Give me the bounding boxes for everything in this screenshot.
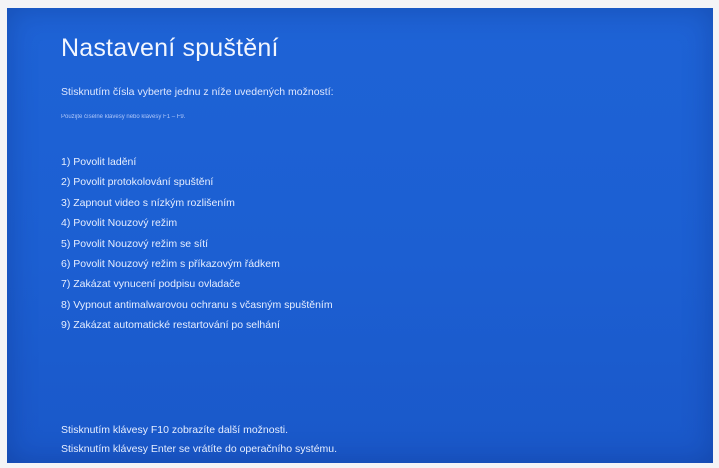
option-low-resolution-video[interactable]: 3) Zapnout video s nízkým rozlišením	[61, 193, 333, 213]
option-enable-boot-logging[interactable]: 2) Povolit protokolování spuštění	[61, 172, 333, 192]
instruction-text: Stisknutím čísla vyberte jednu z níže uv…	[61, 86, 334, 98]
option-enable-debugging[interactable]: 1) Povolit ladění	[61, 152, 333, 172]
option-disable-auto-restart[interactable]: 9) Zakázat automatické restartování po s…	[61, 315, 333, 335]
more-options-hint[interactable]: Stisknutím klávesy F10 zobrazíte další m…	[61, 421, 337, 440]
startup-settings-screen: Nastavení spuštění Stisknutím čísla vybe…	[7, 8, 713, 463]
option-disable-driver-signature[interactable]: 7) Zakázat vynucení podpisu ovladače	[61, 274, 333, 294]
option-safe-mode-command-prompt[interactable]: 6) Povolit Nouzový režim s příkazovým řá…	[61, 254, 333, 274]
option-safe-mode-networking[interactable]: 5) Povolit Nouzový režim se sítí	[61, 234, 333, 254]
photo-frame: Nastavení spuštění Stisknutím čísla vybe…	[0, 0, 719, 468]
option-safe-mode[interactable]: 4) Povolit Nouzový režim	[61, 213, 333, 233]
key-hint-text: Použijte číselné klávesy nebo klávesy F1…	[61, 114, 186, 120]
footer-instructions: Stisknutím klávesy F10 zobrazíte další m…	[61, 421, 337, 459]
return-to-os-hint[interactable]: Stisknutím klávesy Enter se vrátíte do o…	[61, 440, 337, 459]
page-title: Nastavení spuštění	[61, 34, 279, 62]
option-disable-early-antimalware[interactable]: 8) Vypnout antimalwarovou ochranu s včas…	[61, 295, 333, 315]
startup-options-list: 1) Povolit ladění 2) Povolit protokolová…	[61, 152, 333, 336]
